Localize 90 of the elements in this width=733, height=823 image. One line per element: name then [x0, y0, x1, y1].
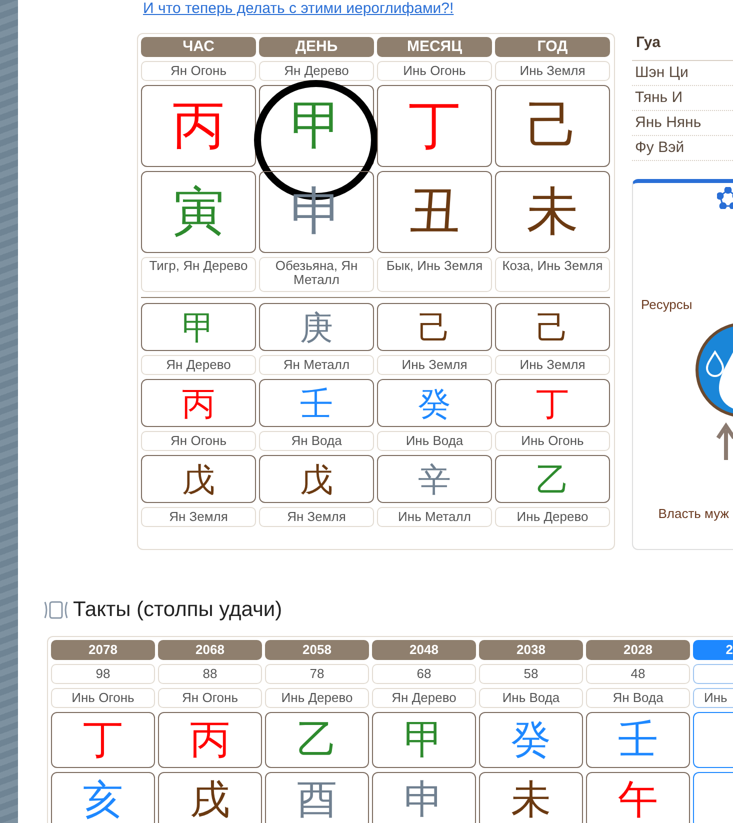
- column-header: ГОД: [495, 37, 610, 57]
- element-label: Ян Земля: [259, 507, 374, 527]
- year-header[interactable]: 2048: [372, 640, 476, 660]
- age-label: 68: [372, 664, 476, 684]
- stem-glyph: 乙: [297, 720, 337, 760]
- branch-cell: [693, 772, 733, 823]
- element-label: Инь: [693, 688, 733, 708]
- hidden-stem-glyph: 己: [536, 310, 569, 344]
- age-label: [693, 664, 733, 684]
- stem-glyph: 壬: [618, 720, 658, 760]
- hidden-stem-glyph: 庚: [300, 310, 333, 344]
- element-label: Инь Металл: [377, 507, 492, 527]
- element-label: Инь Дерево: [265, 688, 369, 708]
- element-label: Инь Земля: [377, 355, 492, 375]
- age-label: 88: [158, 664, 262, 684]
- hidden-stem-glyph: 丁: [536, 386, 569, 420]
- stem-glyph: 丁: [83, 720, 123, 760]
- stem-glyph: 丙: [172, 100, 224, 152]
- age-label: 58: [479, 664, 583, 684]
- element-label: Ян Металл: [259, 355, 374, 375]
- section-title: Такты (столпы удачи): [73, 598, 282, 622]
- branch-label: Коза, Инь Земля: [495, 257, 610, 292]
- element-label: Ян Огонь: [158, 688, 262, 708]
- element-label: Ян Земля: [141, 507, 256, 527]
- diagram-label: Власть муж: [657, 506, 729, 521]
- gua-item[interactable]: Фу Вэй: [632, 136, 733, 161]
- age-label: 78: [265, 664, 369, 684]
- year-header[interactable]: 2068: [158, 640, 262, 660]
- element-label: Инь Дерево: [495, 507, 610, 527]
- hidden-stem-glyph: 戊: [182, 462, 215, 496]
- element-label: Инь Огонь: [495, 431, 610, 451]
- branch-glyph: 丑: [408, 186, 460, 238]
- element-label: Инь Вода: [377, 431, 492, 451]
- age-label: 98: [51, 664, 155, 684]
- gua-item[interactable]: Янь Нянь: [632, 111, 733, 136]
- element-label: Инь Земля: [495, 355, 610, 375]
- hidden-stem-glyph: 戊: [300, 462, 333, 496]
- stem-glyph: 丁: [408, 100, 460, 152]
- branch-label: Обезьяна, Ян Металл: [259, 257, 374, 292]
- diagram-label: Ресурсы: [640, 297, 692, 312]
- stem-glyph: 己: [526, 100, 578, 152]
- element-label: Инь Вода: [479, 688, 583, 708]
- hidden-stem-glyph: 己: [418, 310, 451, 344]
- element-label: Ян Дерево: [259, 61, 374, 81]
- molecule-icon: [717, 187, 733, 209]
- branch-glyph: 寅: [172, 186, 224, 238]
- column-header: ДЕНЬ: [259, 37, 374, 57]
- branch-glyph: 戌: [190, 780, 230, 820]
- branch-glyph: 午: [618, 780, 658, 820]
- hidden-stem-glyph: 癸: [418, 386, 451, 420]
- gua-item[interactable]: Тянь И: [632, 86, 733, 111]
- stem-glyph: 丙: [190, 720, 230, 760]
- element-label: Ян Огонь: [141, 61, 256, 81]
- gua-item[interactable]: Шэн Ци: [632, 61, 733, 86]
- element-label: Инь Огонь: [377, 61, 492, 81]
- hidden-stem-glyph: 辛: [418, 462, 451, 496]
- branch-label: Тигр, Ян Дерево: [141, 257, 256, 292]
- branch-glyph: 申: [404, 780, 444, 820]
- stem-glyph: 癸: [511, 720, 551, 760]
- element-label: Ян Огонь: [141, 431, 256, 451]
- year-header[interactable]: 2028: [586, 640, 690, 660]
- element-label: Ян Дерево: [141, 355, 256, 375]
- branch-glyph: 酉: [297, 780, 337, 820]
- column-header: ЧАС: [141, 37, 256, 57]
- year-header[interactable]: 2078: [51, 640, 155, 660]
- element-label: Инь Огонь: [51, 688, 155, 708]
- gua-title: Гуа: [632, 33, 733, 61]
- year-header[interactable]: 2058: [265, 640, 369, 660]
- hidden-stem-glyph: 乙: [536, 462, 569, 496]
- stem-cell: [693, 712, 733, 768]
- year-header[interactable]: 2: [693, 640, 733, 660]
- age-label: 48: [586, 664, 690, 684]
- year-header[interactable]: 2038: [479, 640, 583, 660]
- branch-glyph: 未: [526, 186, 578, 238]
- branch-glyph: 亥: [83, 780, 123, 820]
- element-label: Ян Вода: [586, 688, 690, 708]
- branch-glyph: 申: [290, 186, 342, 238]
- stem-glyph: 甲: [290, 100, 342, 152]
- branch-label: Бык, Инь Земля: [377, 257, 492, 292]
- branch-glyph: 未: [511, 780, 551, 820]
- element-label: Ян Дерево: [372, 688, 476, 708]
- element-label: Ян Вода: [259, 431, 374, 451]
- hidden-stem-glyph: 壬: [300, 386, 333, 420]
- hidden-stem-glyph: 甲: [182, 310, 215, 344]
- toggle-icon: [43, 600, 69, 620]
- element-label: Инь Земля: [495, 61, 610, 81]
- hidden-stem-glyph: 丙: [182, 386, 215, 420]
- page-link[interactable]: И что теперь делать с этими иероглифами?!: [143, 0, 733, 18]
- column-header: МЕСЯЦ: [377, 37, 492, 57]
- stem-glyph: 甲: [404, 720, 444, 760]
